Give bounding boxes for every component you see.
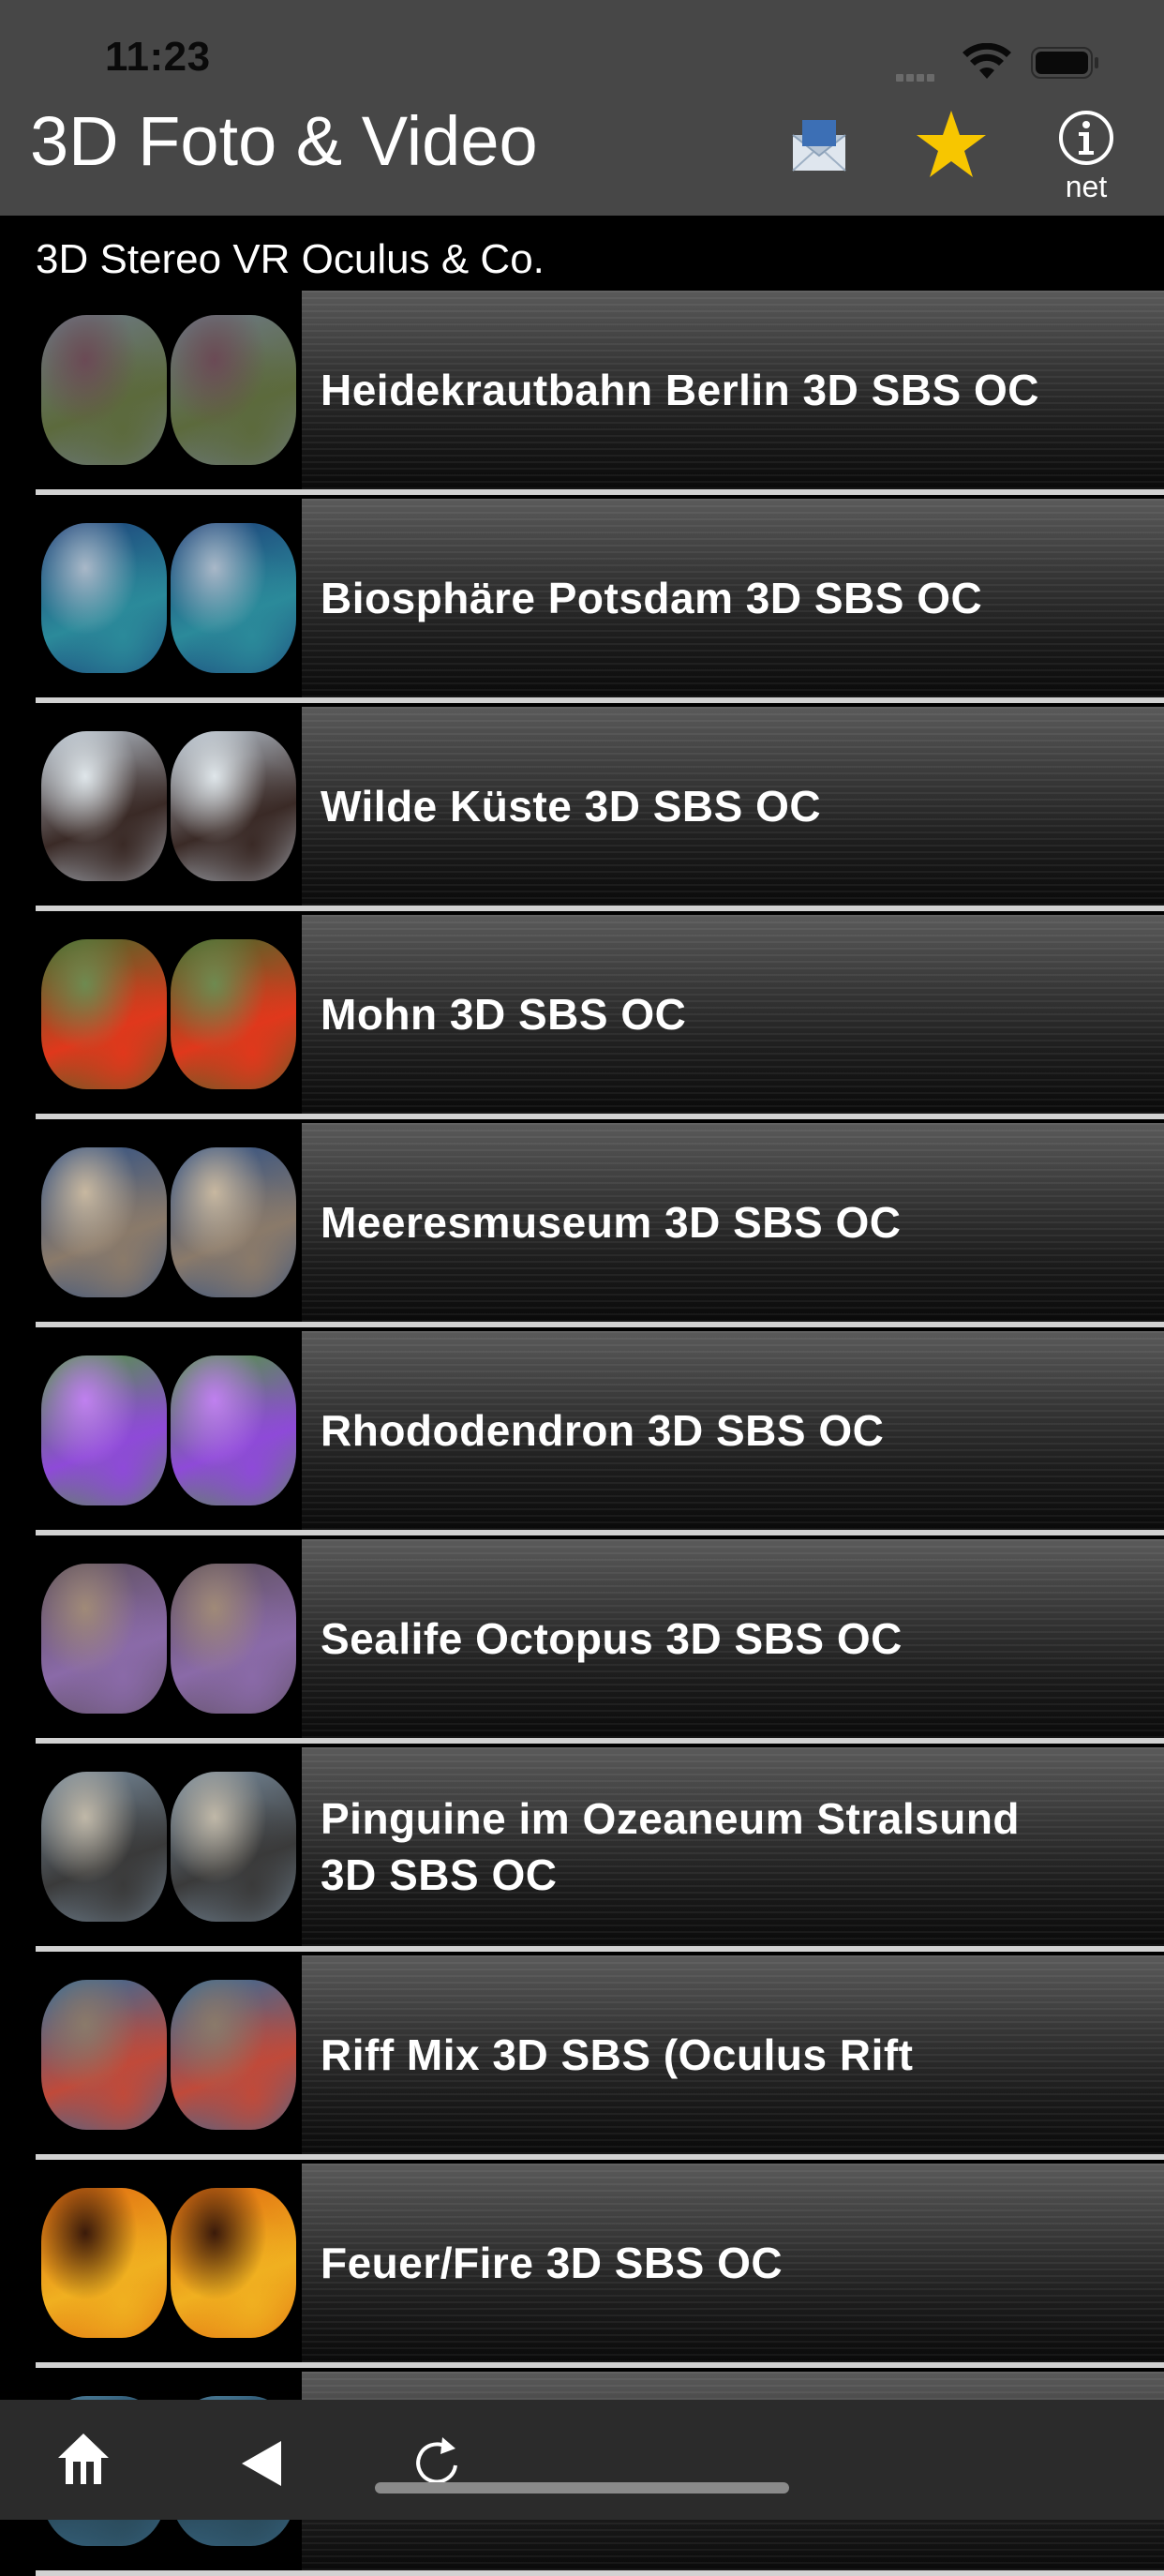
right-eye-image: [171, 731, 296, 881]
list-item-title: Heidekrautbahn Berlin 3D SBS OC: [321, 366, 1039, 414]
list-item-title: Feuer/Fire 3D SBS OC: [321, 2239, 783, 2287]
stereo-thumbnail: [36, 1955, 302, 2154]
stereo-thumbnail: [36, 1539, 302, 1738]
list-item[interactable]: Feuer/Fire 3D SBS OC: [36, 2164, 1164, 2368]
list-item[interactable]: Mohn 3D SBS OC: [36, 915, 1164, 1119]
right-eye-image: [171, 2188, 296, 2338]
left-eye-image: [41, 939, 167, 1089]
left-eye-image: [41, 2188, 167, 2338]
info-button[interactable]: net: [1053, 109, 1119, 206]
right-eye-image: [171, 1980, 296, 2130]
list-item-title-line: Pinguine im Ozeaneum Stralsund: [321, 1794, 1021, 1843]
left-eye-image: [41, 1355, 167, 1505]
left-eye-image: [41, 315, 167, 465]
left-eye-image: [41, 731, 167, 881]
right-eye-image: [171, 1564, 296, 1714]
back-arrow-icon: [242, 2441, 281, 2486]
stereo-thumbnail: [36, 499, 302, 697]
left-eye-image: [41, 523, 167, 673]
info-icon: [1059, 111, 1113, 165]
right-eye-image: [171, 939, 296, 1089]
right-eye-image: [171, 1772, 296, 1922]
home-icon: [58, 2434, 109, 2484]
stereo-thumbnail: [36, 1123, 302, 1322]
right-eye-image: [171, 1147, 296, 1297]
battery-icon: [1031, 47, 1098, 79]
back-button[interactable]: [238, 2437, 285, 2490]
list-item-title: Sealife Octopus 3D SBS OC: [321, 1614, 903, 1663]
left-eye-image: [41, 1147, 167, 1297]
favorites-button[interactable]: [915, 109, 988, 180]
list-item-title: Meeresmuseum 3D SBS OC: [321, 1198, 902, 1247]
home-indicator: [375, 2482, 789, 2494]
info-label: net: [1065, 170, 1108, 203]
mail-icon: [792, 120, 846, 172]
section-title: 3D Stereo VR Oculus & Co.: [36, 236, 545, 282]
stereo-thumbnail: [36, 291, 302, 489]
list-item[interactable]: Wilde Küste 3D SBS OC: [36, 707, 1164, 911]
stereo-thumbnail: [36, 1747, 302, 1946]
list-item-title-line: 3D SBS OC: [321, 1850, 558, 1899]
left-eye-image: [41, 1772, 167, 1922]
cellular-signal-icon: [896, 69, 937, 86]
app-title: 3D Foto & Video: [30, 102, 538, 180]
star-icon: [917, 111, 986, 177]
status-bar: 11:23: [0, 0, 1164, 94]
list-item[interactable]: Sealife Octopus 3D SBS OC: [36, 1539, 1164, 1744]
list-item-title: Rhododendron 3D SBS OC: [321, 1406, 885, 1455]
left-eye-image: [41, 1980, 167, 2130]
stereo-thumbnail: [36, 915, 302, 1114]
mail-button[interactable]: [789, 114, 849, 174]
right-eye-image: [171, 523, 296, 673]
bottom-toolbar: [0, 2400, 1164, 2520]
list-item[interactable]: Riff Mix 3D SBS (Oculus Rift: [36, 1955, 1164, 2160]
stereo-thumbnail: [36, 707, 302, 906]
stereo-thumbnail: [36, 2164, 302, 2362]
right-eye-image: [171, 1355, 296, 1505]
right-eye-image: [171, 315, 296, 465]
navigation-bar: 3D Foto & Video net: [0, 94, 1164, 216]
list-item[interactable]: Rhododendron 3D SBS OC: [36, 1331, 1164, 1535]
list-item-title: Riff Mix 3D SBS (Oculus Rift: [321, 2030, 914, 2079]
list-item-title: Pinguine im Ozeaneum Stralsund 3D SBS OC: [321, 1747, 1145, 1946]
stereo-thumbnail: [36, 1331, 302, 1530]
wifi-icon: [963, 43, 1011, 79]
home-button[interactable]: [54, 2430, 112, 2488]
list-item[interactable]: Biosphäre Potsdam 3D SBS OC: [36, 499, 1164, 703]
list-item-title: Mohn 3D SBS OC: [321, 990, 687, 1039]
list-item[interactable]: Heidekrautbahn Berlin 3D SBS OC: [36, 291, 1164, 495]
list-item[interactable]: Pinguine im Ozeaneum Stralsund 3D SBS OC: [36, 1747, 1164, 1952]
list-item-title: Wilde Küste 3D SBS OC: [321, 782, 822, 831]
status-time: 11:23: [105, 34, 211, 80]
list-item[interactable]: Meeresmuseum 3D SBS OC: [36, 1123, 1164, 1327]
list-item-title: Biosphäre Potsdam 3D SBS OC: [321, 574, 983, 622]
left-eye-image: [41, 1564, 167, 1714]
